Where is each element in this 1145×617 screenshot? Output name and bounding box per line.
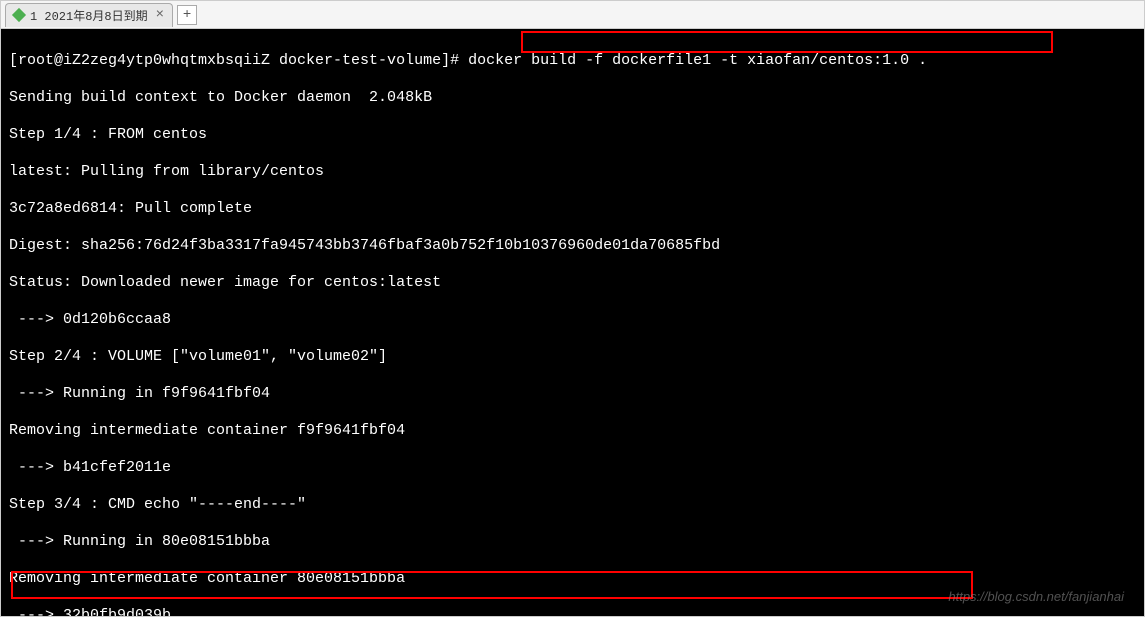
terminal-line: ---> b41cfef2011e [9, 459, 1136, 478]
tab-title: 1 2021年8月8日到期 [30, 7, 148, 24]
command-text: docker build -f dockerfile1 -t xiaofan/c… [468, 52, 927, 69]
highlight-box [521, 31, 1053, 53]
terminal-window: 1 2021年8月8日到期 × + [root@iZ2zeg4ytp0whqtm… [0, 0, 1145, 617]
terminal-line: ---> 0d120b6ccaa8 [9, 311, 1136, 330]
terminal-line: Digest: sha256:76d24f3ba3317fa945743bb37… [9, 237, 1136, 256]
shell-prompt: [root@iZ2zeg4ytp0whqtmxbsqiiZ docker-tes… [9, 52, 468, 69]
watermark-text: https://blog.csdn.net/fanjianhai [948, 588, 1124, 607]
connection-status-icon [12, 8, 26, 22]
terminal-line: 3c72a8ed6814: Pull complete [9, 200, 1136, 219]
terminal-line: Sending build context to Docker daemon 2… [9, 89, 1136, 108]
terminal-line: Status: Downloaded newer image for cento… [9, 274, 1136, 293]
tab-active[interactable]: 1 2021年8月8日到期 × [5, 3, 173, 27]
plus-icon: + [183, 7, 191, 23]
terminal-line: ---> Running in f9f9641fbf04 [9, 385, 1136, 404]
close-icon[interactable]: × [156, 7, 164, 23]
tab-bar: 1 2021年8月8日到期 × + [1, 1, 1144, 29]
terminal-line: ---> 32b0fb9d039b [9, 607, 1136, 617]
terminal-line: [root@iZ2zeg4ytp0whqtmxbsqiiZ docker-tes… [9, 52, 1136, 71]
terminal-line: Step 3/4 : CMD echo "----end----" [9, 496, 1136, 515]
terminal-line: ---> Running in 80e08151bbba [9, 533, 1136, 552]
terminal-content[interactable]: [root@iZ2zeg4ytp0whqtmxbsqiiZ docker-tes… [1, 29, 1144, 616]
terminal-line: latest: Pulling from library/centos [9, 163, 1136, 182]
terminal-line: Step 2/4 : VOLUME ["volume01", "volume02… [9, 348, 1136, 367]
terminal-line: Removing intermediate container 80e08151… [9, 570, 1136, 589]
terminal-line: Removing intermediate container f9f9641f… [9, 422, 1136, 441]
terminal-line: Step 1/4 : FROM centos [9, 126, 1136, 145]
add-tab-button[interactable]: + [177, 5, 197, 25]
